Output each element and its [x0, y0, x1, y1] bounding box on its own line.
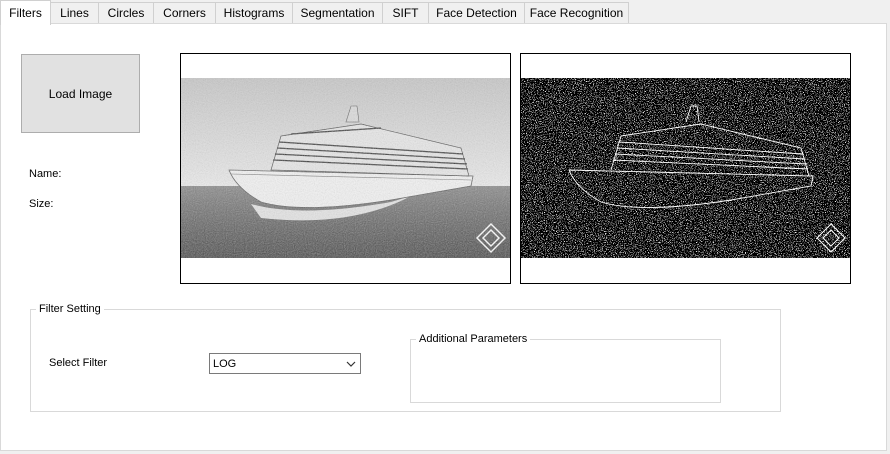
tab-face-recognition[interactable]: Face Recognition: [524, 2, 629, 23]
filtered-image-view: [520, 53, 851, 284]
tab-label: SIFT: [392, 6, 419, 20]
tab-label: Face Detection: [436, 6, 517, 20]
filter-select[interactable]: LOG: [209, 353, 361, 374]
tab-label: Filters: [9, 6, 42, 20]
additional-parameters-title: Additional Parameters: [416, 333, 531, 345]
tab-label: Segmentation: [300, 6, 375, 20]
additional-parameters-group: [410, 339, 721, 403]
filter-setting-title: Filter Setting: [36, 303, 104, 315]
tab-histograms[interactable]: Histograms: [215, 2, 293, 23]
select-filter-label: Select Filter: [49, 357, 108, 369]
tab-label: Face Recognition: [529, 6, 624, 20]
tab-label: Histograms: [223, 6, 285, 20]
filter-select-value: LOG: [213, 357, 237, 370]
tab-filters[interactable]: Filters: [0, 0, 51, 25]
original-ship-image: [181, 78, 510, 258]
tab-circles[interactable]: Circles: [98, 2, 154, 23]
load-image-button[interactable]: Load Image: [21, 54, 140, 133]
tab-face-detection[interactable]: Face Detection: [428, 2, 525, 23]
tab-bar: Filters Lines Circles Corners Histograms…: [0, 0, 890, 25]
tab-sift[interactable]: SIFT: [382, 2, 429, 23]
name-label: Name:: [29, 168, 62, 180]
tab-segmentation[interactable]: Segmentation: [292, 2, 383, 23]
load-image-label: Load Image: [48, 86, 113, 101]
tab-label: Lines: [60, 6, 89, 20]
original-image-view: [180, 53, 511, 284]
tab-label: Circles: [107, 6, 145, 20]
chevron-down-icon[interactable]: [342, 354, 360, 373]
filtered-ship-image: [521, 78, 850, 258]
tab-label: Corners: [163, 6, 206, 20]
tab-corners[interactable]: Corners: [153, 2, 216, 23]
tab-lines[interactable]: Lines: [50, 2, 99, 23]
size-label: Size:: [29, 198, 54, 210]
